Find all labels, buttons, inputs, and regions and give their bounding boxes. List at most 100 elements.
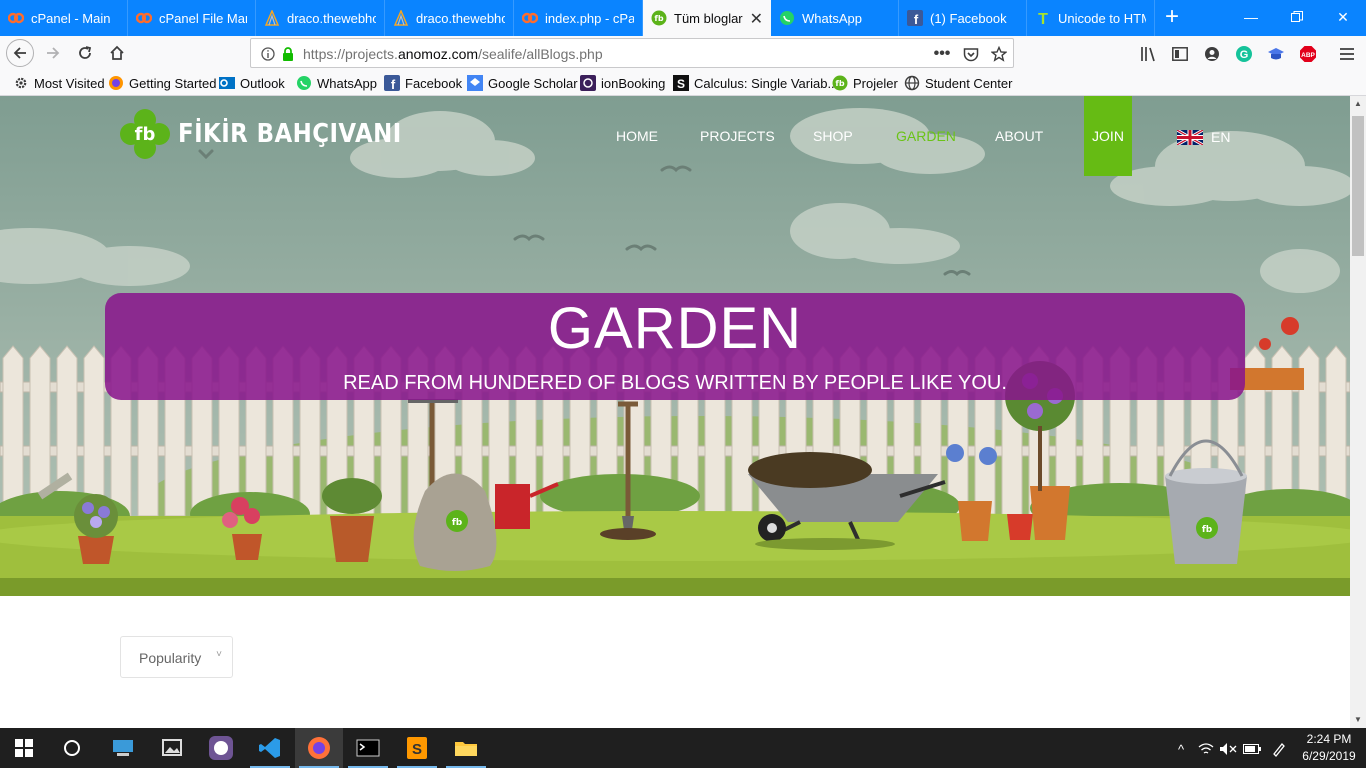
sidebar-icon[interactable] [1171,45,1189,63]
tab-draco-2[interactable]: draco.thewebho [385,0,514,36]
cpanel-icon [522,10,538,26]
nav-home[interactable]: HOME [616,128,658,144]
coursera-icon: S [673,75,689,91]
tab-whatsapp[interactable]: WhatsApp [771,0,899,36]
cortana-button[interactable] [48,728,96,768]
taskbar-app-explorer-pc[interactable] [99,728,147,768]
computer-icon [113,740,133,756]
tab-facebook[interactable]: f (1) Facebook [899,0,1027,36]
back-arrow-icon [13,47,26,59]
fb-icon: fb [832,75,848,91]
menu-icon[interactable] [1338,45,1356,63]
pen-workspace-icon[interactable] [1270,740,1288,758]
scroll-up-arrow-icon[interactable]: ▲ [1350,96,1366,112]
bookmark-getting-started[interactable]: Getting Started [108,74,216,92]
tab-tum-bloglar[interactable]: fb Tüm bloglar ✕ [643,0,771,36]
forward-button[interactable] [39,39,67,67]
taskbar-app-sublime[interactable]: S [393,728,441,768]
tab-label: draco.thewebho [287,10,376,26]
bookmark-whatsapp[interactable]: WhatsApp [296,74,377,92]
cpanel-icon [136,10,152,26]
hero-subtitle: READ FROM HUNDERED OF BLOGS WRITTEN BY P… [343,372,1007,394]
vertical-scrollbar[interactable]: ▲ ▼ [1350,96,1366,728]
adblock-icon[interactable]: ABP [1299,45,1317,63]
taskbar-app-github[interactable] [197,728,245,768]
home-icon [110,45,124,60]
url-bar[interactable]: https://projects.anomoz.com/sealife/allB… [250,38,1014,68]
scrollbar-thumb[interactable] [1352,116,1364,256]
taskbar-app-photos[interactable] [148,728,196,768]
grammarly-icon[interactable]: G [1235,45,1253,63]
new-tab-button[interactable]: + [1158,4,1186,32]
tab-label: (1) Facebook [930,10,1007,26]
windows-logo-icon [15,739,33,757]
graduation-cap-icon[interactable] [1267,45,1285,63]
hero-section: fb fb fb FİKİR BAHÇIVANI HOME PROJECTS S… [0,96,1350,596]
minimize-button[interactable]: — [1228,0,1274,36]
pocket-icon[interactable] [962,45,980,63]
page-actions-icon[interactable]: ••• [933,45,951,63]
tab-cpanel-file-manager[interactable]: cPanel File Mana [128,0,256,36]
taskbar-app-terminal[interactable] [344,728,392,768]
sort-select[interactable]: Popularity ˅ [120,636,233,678]
url-text: https://projects.anomoz.com/sealife/allB… [303,46,603,62]
start-button[interactable] [0,728,48,768]
reload-button[interactable] [71,39,99,67]
nav-projects[interactable]: PROJECTS [700,128,775,144]
firefox-icon [108,75,124,91]
close-tab-icon[interactable]: ✕ [750,9,763,29]
nav-about[interactable]: ABOUT [995,128,1043,144]
bookmark-most-visited[interactable]: Most Visited [13,74,105,92]
tab-cpanel-main[interactable]: cPanel - Main [0,0,128,36]
nav-garden[interactable]: GARDEN [896,128,956,144]
bookmark-label: Google Scholar [488,75,578,91]
taskbar-app-file-explorer[interactable] [442,728,490,768]
fb-icon: fb [651,10,667,26]
tab-draco-1[interactable]: draco.thewebho [256,0,385,36]
tray-expand-icon[interactable]: ^ [1172,740,1190,758]
tab-unicode[interactable]: T Unicode to HTM [1027,0,1155,36]
svg-text:fb: fb [654,14,663,23]
home-button[interactable] [103,39,131,67]
nav-shop[interactable]: SHOP [813,128,853,144]
join-button[interactable]: JOIN [1084,96,1132,176]
tab-index-php[interactable]: index.php - cPa [514,0,643,36]
taskbar-app-firefox[interactable] [295,728,343,768]
reload-icon [79,46,92,59]
site-logo[interactable]: fb FİKİR BAHÇIVANI [120,108,432,160]
windows-taskbar: S ^ 2:24 PM 6/29/2019 [0,728,1366,768]
bookmark-projeler[interactable]: fb Projeler [832,74,898,92]
language-selector[interactable]: EN [1177,129,1230,145]
bookmark-outlook[interactable]: Outlook [219,74,285,92]
bookmark-student-center[interactable]: Student Center [904,74,1012,92]
scholar-icon [467,75,483,91]
library-icon[interactable] [1140,45,1158,63]
bookmark-label: Projeler [853,75,898,91]
bookmark-google-scholar[interactable]: Google Scholar [467,74,578,92]
lock-icon[interactable] [279,45,297,63]
bookmark-label: Student Center [925,75,1013,91]
volume-muted-icon[interactable] [1219,740,1237,758]
tab-label: cPanel File Mana [159,10,247,26]
battery-icon[interactable] [1243,740,1261,758]
sublime-text-icon: S [407,737,427,759]
logo-badge-text: fb [135,124,156,145]
restore-button[interactable] [1274,0,1320,36]
wifi-icon[interactable] [1197,740,1215,758]
scroll-down-arrow-icon[interactable]: ▼ [1350,712,1366,728]
tab-label: Tüm bloglar [674,10,743,26]
bookmark-ionbooking[interactable]: ionBooking [580,74,665,92]
back-button[interactable] [6,39,34,67]
close-window-button[interactable]: ✕ [1320,0,1366,36]
account-icon[interactable] [1203,45,1221,63]
bookmark-label: WhatsApp [317,75,377,91]
info-icon[interactable] [259,45,277,63]
bookmark-calculus[interactable]: S Calculus: Single Variab... [673,74,838,92]
whatsapp-icon [296,75,312,91]
svg-text:S: S [677,77,685,91]
system-clock[interactable]: 2:24 PM 6/29/2019 [1296,731,1362,765]
clock-date: 6/29/2019 [1302,749,1356,763]
taskbar-app-vscode[interactable] [246,728,294,768]
bookmark-star-icon[interactable] [990,45,1008,63]
bookmark-facebook[interactable]: f Facebook [384,74,462,92]
